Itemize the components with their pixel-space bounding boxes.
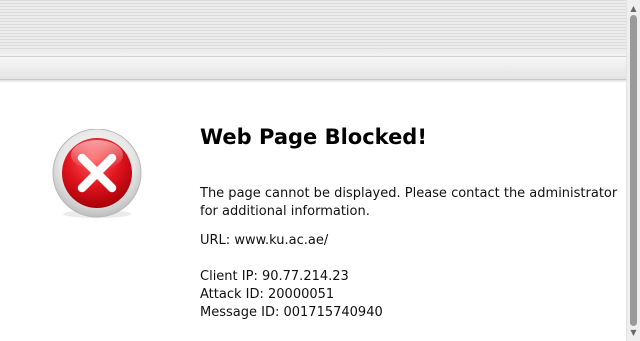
attack-id-value: 20000051 [268, 287, 335, 302]
page-title: Web Page Blocked! [200, 125, 427, 149]
header-shadow [0, 80, 626, 83]
url-label: URL: [200, 233, 231, 248]
header-stripes [0, 0, 626, 56]
block-explanation: The page cannot be displayed. Please con… [200, 186, 618, 219]
client-ip-line: Client IP: 90.77.214.23 [200, 268, 620, 286]
attack-id-line: Attack ID: 20000051 [200, 286, 620, 304]
message-id-line: Message ID: 001715740940 [200, 304, 620, 322]
message-id-value: 001715740940 [283, 305, 383, 320]
client-ip-label: Client IP: [200, 269, 258, 284]
error-x-icon [52, 128, 142, 219]
client-ip-value: 90.77.214.23 [261, 269, 349, 284]
blocked-url: URL: www.ku.ac.ae/ [200, 232, 620, 250]
block-message-panel: Web Page Blocked! The page cannot be dis… [200, 120, 620, 322]
message-id-label: Message ID: [200, 305, 280, 320]
block-details: Client IP: 90.77.214.23 Attack ID: 20000… [200, 268, 620, 322]
chevron-up-icon[interactable]: ▲ [627, 2, 640, 15]
attack-id-label: Attack ID: [200, 287, 264, 302]
chevron-down-icon[interactable]: ▼ [627, 326, 640, 339]
blocked-page: Web Page Blocked! The page cannot be dis… [0, 0, 640, 341]
url-value: www.ku.ac.ae/ [234, 233, 329, 248]
vertical-scrollbar[interactable]: ▲ ▼ [626, 0, 640, 341]
scroll-thumb[interactable] [630, 15, 637, 326]
header-bar [0, 56, 626, 80]
